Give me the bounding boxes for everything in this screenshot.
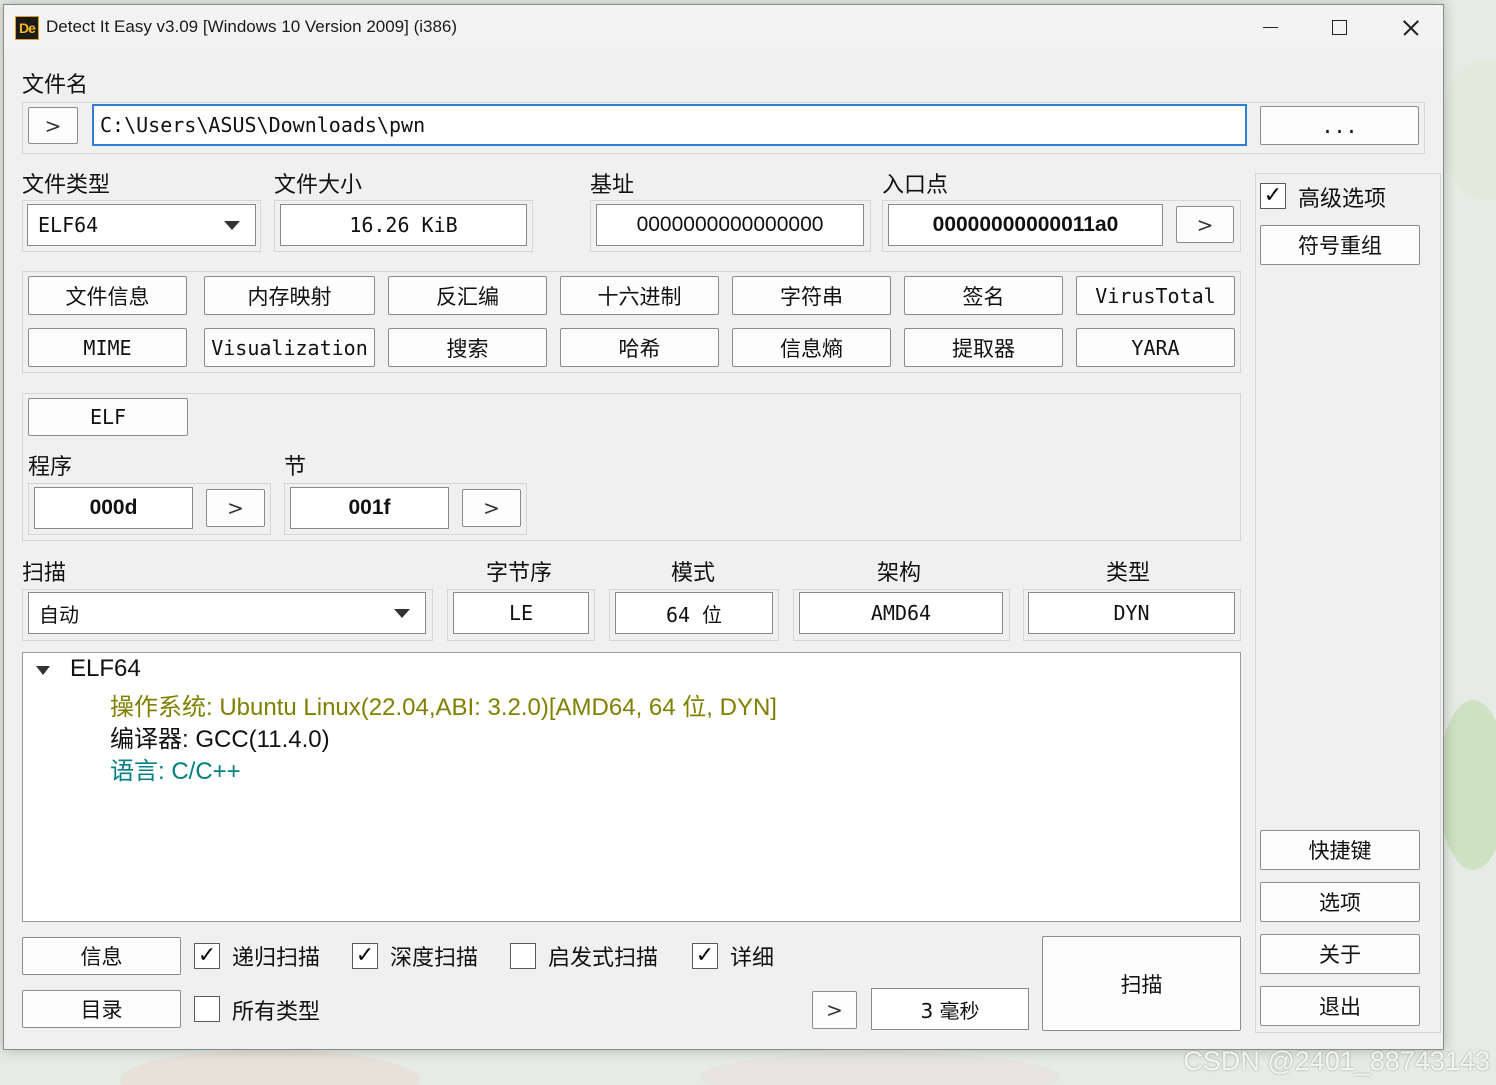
scan-label: 扫描 [22, 561, 67, 586]
all-types-checkbox[interactable] [194, 996, 220, 1022]
file-name-label: 文件名 [22, 73, 89, 98]
tree-root-node[interactable]: ELF64 [70, 655, 141, 683]
heuristic-scan-label: 启发式扫描 [548, 946, 659, 971]
scan-mode-value: 自动 [39, 602, 79, 627]
base-address-label: 基址 [590, 173, 635, 198]
file-type-value: ELF64 [38, 213, 99, 237]
base-address-field: 0000000000000000 [596, 204, 864, 246]
file-type-select[interactable]: ELF64 [27, 204, 256, 246]
endian-label: 字节序 [486, 561, 553, 586]
advanced-checkbox[interactable]: ✓ [1260, 183, 1286, 209]
wallpaper-shape [700, 1052, 1060, 1085]
section-button[interactable]: > [462, 489, 521, 527]
entry-point-label: 入口点 [882, 173, 949, 198]
wallpaper-shape [1440, 60, 1496, 200]
tool-button[interactable]: Visualization [204, 328, 375, 367]
tool-button[interactable]: 搜索 [388, 328, 547, 367]
check-icon: ✓ [1263, 183, 1283, 208]
program-count-field: 000d [34, 487, 193, 529]
scan-button[interactable]: 扫描 [1042, 936, 1241, 1031]
time-details-button[interactable]: > [812, 991, 857, 1029]
chevron-down-icon [224, 221, 240, 230]
maximize-button[interactable] [1304, 5, 1374, 49]
close-button[interactable] [1374, 5, 1444, 49]
file-expand-button[interactable]: > [28, 107, 78, 144]
tree-item-os[interactable]: 操作系统: Ubuntu Linux(22.04,ABI: 3.2.0)[AMD… [110, 687, 777, 722]
tree-item-language[interactable]: 语言: C/C++ [110, 751, 241, 786]
entry-point-button[interactable]: > [1176, 206, 1234, 243]
check-icon: ✓ [197, 943, 217, 968]
scan-mode-select[interactable]: 自动 [28, 592, 426, 634]
type-label: 类型 [1106, 561, 1151, 586]
recursive-scan-label: 递归扫描 [232, 946, 321, 971]
advanced-label: 高级选项 [1298, 187, 1387, 212]
program-label: 程序 [28, 455, 73, 480]
tool-button[interactable]: 字符串 [732, 276, 891, 315]
tool-button[interactable]: MIME [28, 328, 187, 367]
options-button[interactable]: 选项 [1260, 882, 1420, 922]
file-type-label: 文件类型 [22, 173, 111, 198]
deep-scan-label: 深度扫描 [390, 946, 479, 971]
arch-label: 架构 [877, 561, 922, 586]
tool-button[interactable]: 签名 [904, 276, 1063, 315]
program-button[interactable]: > [206, 489, 265, 527]
app-logo-icon: De [15, 16, 39, 40]
minimize-button[interactable] [1234, 5, 1304, 49]
recursive-scan-checkbox[interactable]: ✓ [194, 943, 220, 969]
heuristic-scan-checkbox[interactable] [510, 943, 536, 969]
section-label: 节 [284, 455, 307, 480]
tool-button[interactable]: 哈希 [560, 328, 719, 367]
type-field: DYN [1028, 592, 1235, 634]
about-button[interactable]: 关于 [1260, 934, 1420, 974]
verbose-label: 详细 [730, 946, 775, 971]
file-size-label: 文件大小 [274, 173, 363, 198]
result-tree[interactable]: ELF64 操作系统: Ubuntu Linux(22.04,ABI: 3.2.… [22, 652, 1241, 922]
check-icon: ✓ [355, 943, 375, 968]
file-size-field: 16.26 KiB [280, 204, 527, 246]
all-types-label: 所有类型 [232, 1000, 321, 1025]
mode-label: 模式 [671, 561, 716, 586]
tool-button[interactable]: 信息熵 [732, 328, 891, 367]
window-title: Detect It Easy v3.09 [Windows 10 Version… [46, 17, 458, 36]
scan-time-field: 3 毫秒 [871, 988, 1029, 1030]
deep-scan-checkbox[interactable]: ✓ [352, 943, 378, 969]
main-window: De Detect It Easy v3.09 [Windows 10 Vers… [3, 4, 1444, 1050]
wallpaper-shape [120, 1050, 420, 1085]
tree-expand-icon[interactable] [36, 666, 50, 675]
tool-button[interactable]: 提取器 [904, 328, 1063, 367]
mode-field: 64 位 [615, 592, 773, 634]
chevron-down-icon [394, 609, 410, 618]
tool-button[interactable]: VirusTotal [1076, 276, 1235, 315]
tool-button[interactable]: YARA [1076, 328, 1235, 367]
shortcuts-button[interactable]: 快捷键 [1260, 830, 1420, 870]
verbose-checkbox[interactable]: ✓ [692, 943, 718, 969]
directory-button[interactable]: 目录 [22, 990, 181, 1028]
wallpaper-shape [1438, 700, 1496, 870]
tool-button[interactable]: 十六进制 [560, 276, 719, 315]
tool-button[interactable]: 文件信息 [28, 276, 187, 315]
endian-field: LE [453, 592, 589, 634]
tool-button[interactable]: 反汇编 [388, 276, 547, 315]
browse-button[interactable]: ... [1260, 106, 1419, 145]
entry-point-field: 00000000000011a0 [888, 204, 1163, 246]
check-icon: ✓ [695, 943, 715, 968]
demangle-button[interactable]: 符号重组 [1260, 225, 1420, 265]
exit-button[interactable]: 退出 [1260, 986, 1420, 1026]
tree-item-compiler[interactable]: 编译器: GCC(11.4.0) [110, 719, 330, 754]
watermark: CSDN @2401_88743143 [1183, 1046, 1490, 1076]
arch-field: AMD64 [799, 592, 1003, 634]
section-count-field: 001f [290, 487, 449, 529]
info-button[interactable]: 信息 [22, 937, 181, 975]
elf-button[interactable]: ELF [28, 398, 188, 436]
tool-button[interactable]: 内存映射 [204, 276, 375, 315]
file-path-input[interactable]: C:\Users\ASUS\Downloads\pwn [92, 104, 1247, 146]
title-bar[interactable]: De Detect It Easy v3.09 [Windows 10 Vers… [4, 5, 1443, 49]
